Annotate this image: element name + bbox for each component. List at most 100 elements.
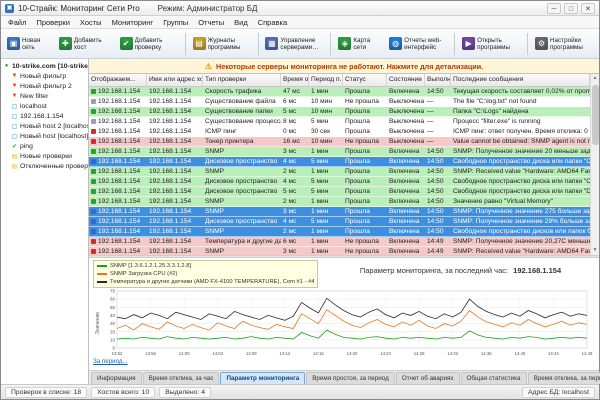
- cell-host-address: 192.168.1.154: [147, 247, 203, 255]
- bottom-tab[interactable]: Время отклика, за период: [528, 372, 600, 384]
- bottom-tab[interactable]: Параметр мониторинга: [220, 372, 305, 384]
- period-link[interactable]: За период...: [93, 358, 595, 368]
- tree-item[interactable]: ▢ Новый host 2 [localhost]: [1, 121, 88, 131]
- column-header[interactable]: Последние сообщения: [451, 74, 590, 86]
- toolbar-button[interactable]: ✚ Добавить хост: [56, 31, 115, 57]
- check-status-icon: [91, 189, 96, 194]
- chart-y-axis-label: Значение: [95, 312, 101, 334]
- column-header[interactable]: Имя или адрес хоста: [147, 74, 203, 86]
- bottom-tab-label: Параметр мониторинга: [226, 375, 299, 382]
- menu-item-label: Хосты: [80, 18, 102, 27]
- tree-item[interactable]: ✔ ping: [1, 141, 88, 151]
- svg-text:14:16: 14:16: [313, 351, 324, 356]
- cell-executed: 14:50: [425, 197, 451, 206]
- scroll-up-icon[interactable]: ▲: [593, 74, 598, 83]
- table-row[interactable]: 192.168.1.154 192.168.1.154 SNMP 2 мс 1 …: [89, 197, 590, 207]
- tree-item[interactable]: ▼ Новый фильтр 2: [1, 81, 88, 91]
- bottom-tab[interactable]: Время отклика, за час: [143, 372, 220, 384]
- cell-executed: —: [425, 107, 451, 116]
- cell-state: Включена: [387, 227, 425, 236]
- menu-item[interactable]: Мониторинг: [107, 17, 159, 28]
- column-header[interactable]: Выполн...: [425, 74, 451, 86]
- check-status-icon: [91, 129, 96, 134]
- tree-item[interactable]: ▢ 192.168.1.154: [1, 111, 88, 121]
- table-row[interactable]: 192.168.1.154 192.168.1.154 SNMP 2 мс 1 …: [89, 167, 590, 177]
- table-row[interactable]: 192.168.1.154 192.168.1.154 SNMP 2 мс 1 …: [89, 227, 590, 237]
- table-row[interactable]: 192.168.1.154 192.168.1.154 SNMP 3 мс 1 …: [89, 207, 590, 217]
- bottom-tab[interactable]: Общая статистика: [461, 372, 527, 384]
- vertical-scrollbar[interactable]: ▲ ▼: [590, 74, 599, 255]
- menu-item[interactable]: Хосты: [75, 17, 107, 28]
- table-row[interactable]: 192.168.1.154 192.168.1.154 Дисковое про…: [89, 177, 590, 187]
- cell-last-message: SNMP: Полученное значение 275 больше зад…: [451, 207, 590, 216]
- table-row[interactable]: 192.168.1.154 192.168.1.154 Существовани…: [89, 107, 590, 117]
- display-name-text: 192.168.1.154: [98, 237, 140, 246]
- column-header[interactable]: Время о...: [281, 74, 309, 86]
- column-header[interactable]: Отображаем...: [89, 74, 147, 86]
- cell-executed: —: [425, 137, 451, 146]
- table-row[interactable]: 192.168.1.154 192.168.1.154 ICMP пинг 0 …: [89, 127, 590, 137]
- column-header[interactable]: Состояние: [387, 74, 425, 86]
- column-header[interactable]: Статус: [343, 74, 387, 86]
- bottom-tab-label: Время простоя, за период: [312, 375, 389, 382]
- display-name-text: 192.168.1.154: [98, 137, 140, 146]
- menu-item[interactable]: Проверки: [31, 17, 74, 28]
- svg-text:14:20: 14:20: [347, 351, 358, 356]
- toolbar-button[interactable]: ⚙ Настройки программы: [532, 31, 596, 57]
- cell-last-message: SNMP: Полученное значение 20,27C меньше …: [451, 237, 590, 246]
- bottom-tab-bar: ИнформацияВремя отклика, за час Параметр …: [89, 370, 599, 384]
- toolbar-button[interactable]: ◍ Отчеты web-интерфейс: [386, 31, 450, 57]
- tree-item[interactable]: ▼ New filter: [1, 91, 88, 101]
- cell-response-time: 4 мс: [281, 177, 309, 186]
- table-row[interactable]: 192.168.1.154 192.168.1.154 SNMP 3 мс 1 …: [89, 147, 590, 157]
- scroll-down-icon[interactable]: ▼: [593, 246, 598, 255]
- menu-item[interactable]: Файл: [3, 17, 31, 28]
- tree-item[interactable]: ▤ Отключенные проверки: [1, 161, 88, 171]
- content-area: ⚠ Некоторые серверы мониторинга не работ…: [89, 59, 599, 384]
- table-row[interactable]: 192.168.1.154 192.168.1.154 SNMP 3 мс 1 …: [89, 247, 590, 255]
- tree-item[interactable]: ● 10-strike.com [10-strike.com]: [1, 61, 88, 71]
- toolbar-button[interactable]: ▶ Открыть программы: [459, 31, 523, 57]
- menu-item[interactable]: Отчеты: [193, 17, 229, 28]
- warning-banner[interactable]: ⚠ Некоторые серверы мониторинга не работ…: [89, 59, 599, 74]
- cell-check-period: 10 мин: [309, 137, 343, 146]
- menu-item[interactable]: Справка: [253, 17, 292, 28]
- toolbar-button[interactable]: ▣ Новая сеть: [4, 31, 54, 57]
- minimize-button[interactable]: ─: [547, 3, 561, 14]
- tree-item[interactable]: ▢ Новый host [localhost]: [1, 131, 88, 141]
- tree-item[interactable]: ▢ localhost: [1, 101, 88, 111]
- table-row[interactable]: 192.168.1.154 192.168.1.154 Дисковое про…: [89, 157, 590, 167]
- close-button[interactable]: ✕: [581, 3, 595, 14]
- table-row[interactable]: 192.168.1.154 192.168.1.154 Существовани…: [89, 117, 590, 127]
- bottom-tab[interactable]: Информация: [91, 372, 142, 384]
- legend-color-swatch: [97, 273, 107, 275]
- toolbar-button[interactable]: ▤ Журналы программы: [190, 31, 254, 57]
- bottom-tab[interactable]: Отчет об авариях: [396, 372, 460, 384]
- tree-item[interactable]: ▼ Новый фильтр: [1, 71, 88, 81]
- toolbar-button[interactable]: ▦ Управление серверами мониторинга: [262, 31, 326, 57]
- scroll-thumb[interactable]: [592, 85, 599, 145]
- table-row[interactable]: 192.168.1.154 192.168.1.154 Существовани…: [89, 97, 590, 107]
- menu-item-label: Проверки: [36, 18, 69, 27]
- maximize-button[interactable]: □: [564, 3, 578, 14]
- column-header[interactable]: Тип проверки: [203, 74, 281, 86]
- menu-item[interactable]: Вид: [229, 17, 253, 28]
- toolbar-button-label: Открыть программы: [477, 37, 520, 51]
- cell-state: Включена: [387, 217, 425, 226]
- toolbar-button[interactable]: ✔ Добавить проверку: [117, 31, 181, 57]
- status-hosts-count: Хостов всего: 10: [91, 387, 155, 398]
- table-row[interactable]: 192.168.1.154 192.168.1.154 Температура …: [89, 237, 590, 247]
- chart-svg: 01020304050607013:5213:5614:0014:0414:08…: [93, 288, 593, 358]
- toolbar-button[interactable]: ◈ Карта сети: [335, 31, 384, 57]
- menu-item[interactable]: Группы: [158, 17, 193, 28]
- bottom-tab[interactable]: Время простоя, за период: [306, 372, 395, 384]
- table-row[interactable]: 192.168.1.154 192.168.1.154 Тонер принте…: [89, 137, 590, 147]
- column-header[interactable]: Период п...: [309, 74, 343, 86]
- cell-response-time: 0 мс: [281, 127, 309, 136]
- table-row[interactable]: 192.168.1.154 192.168.1.154 Дисковое про…: [89, 217, 590, 227]
- table-row[interactable]: 192.168.1.154 192.168.1.154 Скорость тра…: [89, 87, 590, 97]
- cell-status: Прошла: [343, 107, 387, 116]
- logs-icon: ▤: [193, 37, 206, 50]
- table-row[interactable]: 192.168.1.154 192.168.1.154 Дисковое про…: [89, 187, 590, 197]
- tree-item[interactable]: ▤ Новые проверки: [1, 151, 88, 161]
